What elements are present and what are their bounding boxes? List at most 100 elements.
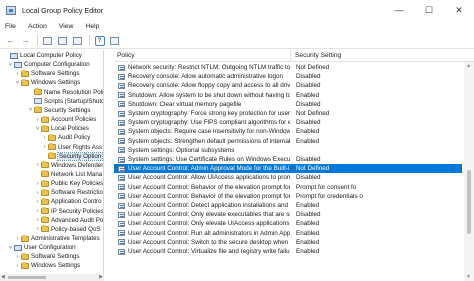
collapse-chevron-icon[interactable]: ˅ bbox=[27, 107, 34, 113]
policy-row[interactable]: System settings: Optional subsystems bbox=[114, 146, 462, 155]
policy-row[interactable]: User Account Control: Only elevate UIAcc… bbox=[114, 219, 462, 228]
policy-row[interactable]: System cryptography: Use FIPS compliant … bbox=[114, 118, 462, 127]
policy-row[interactable]: Network security: Restrict NTLM: Outgoin… bbox=[114, 63, 462, 72]
minimize-button[interactable]: — bbox=[384, 0, 414, 20]
policy-row[interactable]: User Account Control: Switch to the secu… bbox=[114, 238, 462, 247]
expand-chevron-icon[interactable]: › bbox=[34, 181, 41, 187]
expand-chevron-icon[interactable]: › bbox=[14, 263, 21, 269]
policy-row[interactable]: Recovery console: Allow floppy copy and … bbox=[114, 81, 462, 90]
policy-row[interactable]: User Account Control: Behavior of the el… bbox=[114, 183, 462, 192]
policy-row[interactable]: System settings: Use Certificate Rules o… bbox=[114, 155, 462, 164]
expand-chevron-icon[interactable]: › bbox=[14, 254, 21, 260]
tree-item[interactable]: › User Rights Ass bbox=[41, 143, 102, 152]
scroll-up-icon[interactable]: ▲ bbox=[466, 63, 471, 69]
column-header-policy[interactable]: Policy bbox=[117, 52, 135, 59]
tree-item[interactable]: › Administrative Templates bbox=[14, 234, 100, 243]
policy-row[interactable]: Shutdown: Allow system to be shut down w… bbox=[114, 91, 462, 100]
back-button[interactable]: ← bbox=[4, 35, 17, 47]
title-bar: Local Group Policy Editor — ☐ ✕ bbox=[0, 0, 474, 20]
tree-item[interactable]: › Windows Settings bbox=[14, 261, 80, 270]
tree-item[interactable]: › Windows Defender bbox=[34, 161, 103, 170]
tree-item[interactable]: Network List Mana bbox=[34, 170, 102, 179]
security-setting-value: Disabled bbox=[296, 211, 321, 219]
console-view-button[interactable] bbox=[108, 35, 121, 47]
policy-name: User Account Control: Detect application… bbox=[128, 202, 290, 209]
tree-item[interactable]: ˅ Windows Settings bbox=[14, 78, 80, 87]
scroll-left-icon[interactable]: ◀ bbox=[1, 274, 5, 280]
expand-chevron-icon[interactable]: › bbox=[34, 162, 41, 168]
tree-item[interactable]: › Audit Policy bbox=[41, 133, 90, 142]
tree-item[interactable]: › Account Policies bbox=[34, 115, 96, 124]
list-vertical-scrollbar[interactable]: ▲ ▼ bbox=[464, 62, 474, 281]
window-title: Local Group Policy Editor bbox=[22, 5, 104, 15]
tree-item[interactable]: › Advanced Audit Po bbox=[34, 216, 103, 225]
collapse-chevron-icon[interactable]: ˅ bbox=[7, 245, 14, 251]
menu-file[interactable]: File bbox=[5, 23, 16, 30]
tree-item[interactable]: ˅ User Configuration bbox=[7, 243, 76, 252]
tree-item[interactable]: ˅ Computer Configuration bbox=[7, 60, 90, 69]
expand-chevron-icon[interactable]: › bbox=[34, 199, 41, 205]
tree-item[interactable]: › Software Settings bbox=[14, 252, 80, 261]
policy-setting-icon bbox=[118, 184, 125, 191]
show-hide-console-tree-button[interactable] bbox=[41, 35, 54, 47]
tree-item-label: Scripts (Startup/Shutd bbox=[44, 97, 104, 105]
scroll-down-icon[interactable]: ▼ bbox=[466, 274, 471, 280]
policy-row[interactable]: System cryptography: Force strong key pr… bbox=[114, 109, 462, 118]
tree-item[interactable]: Name Resolution Poli bbox=[27, 88, 103, 97]
expand-chevron-icon[interactable]: › bbox=[34, 208, 41, 214]
policy-row[interactable]: User Account Control: Admin Approval Mod… bbox=[114, 164, 462, 174]
expand-chevron-icon[interactable]: › bbox=[34, 217, 41, 223]
tree-item[interactable]: ˅ Security Settings bbox=[27, 106, 90, 115]
policy-row[interactable]: User Account Control: Allow UIAccess app… bbox=[114, 173, 462, 182]
policy-row[interactable]: System objects: Require case insensitivi… bbox=[114, 127, 462, 136]
expand-chevron-icon[interactable]: › bbox=[34, 117, 41, 123]
expand-chevron-icon[interactable]: › bbox=[14, 71, 21, 77]
tree-item[interactable]: › Software Settings bbox=[14, 69, 80, 78]
collapse-chevron-icon[interactable]: ˅ bbox=[7, 62, 14, 68]
scroll-right-icon[interactable]: ▶ bbox=[99, 274, 103, 280]
console-tree[interactable]: Local Computer Policy ˅ Computer Configura… bbox=[0, 50, 104, 274]
tree-item[interactable]: ˅ Local Policies bbox=[34, 124, 89, 133]
folder-icon bbox=[41, 124, 49, 132]
tree-horizontal-scrollbar[interactable]: ◀ ▶ bbox=[0, 274, 104, 281]
column-divider[interactable] bbox=[290, 50, 291, 62]
tree-item[interactable]: › Software Restrictio bbox=[34, 188, 103, 197]
policy-row[interactable]: User Account Control: Only elevate execu… bbox=[114, 210, 462, 219]
expand-chevron-icon[interactable]: › bbox=[14, 236, 21, 242]
help-button[interactable]: ? bbox=[93, 35, 106, 47]
expand-chevron-icon[interactable]: › bbox=[41, 135, 48, 141]
tree-item[interactable]: › Policy-based QoS bbox=[34, 225, 101, 234]
policy-row[interactable]: User Account Control: Virtualize file an… bbox=[114, 247, 462, 256]
column-header-security-setting[interactable]: Security Setting bbox=[295, 52, 341, 59]
properties-button[interactable] bbox=[56, 35, 69, 47]
scrollbar-thumb[interactable] bbox=[8, 276, 46, 279]
scrollbar-thumb[interactable] bbox=[467, 170, 471, 234]
tree-item[interactable]: Scripts (Startup/Shutd bbox=[27, 97, 104, 106]
folder-icon bbox=[41, 179, 49, 187]
tree-item[interactable]: › Application Contro bbox=[34, 197, 102, 206]
security-setting-value: Enabled bbox=[296, 202, 320, 209]
policy-row[interactable]: System objects: Strengthen default permi… bbox=[114, 137, 462, 146]
policy-row[interactable]: Shutdown: Clear virtual memory pagefile D… bbox=[114, 100, 462, 109]
tree-item[interactable]: Security Option bbox=[41, 151, 103, 161]
expand-chevron-icon[interactable]: › bbox=[34, 226, 41, 232]
policy-row[interactable]: User Account Control: Detect application… bbox=[114, 201, 462, 210]
policy-row[interactable]: User Account Control: Behavior of the el… bbox=[114, 192, 462, 201]
forward-button[interactable]: → bbox=[19, 35, 32, 47]
close-button[interactable]: ✕ bbox=[444, 0, 474, 20]
expand-chevron-icon[interactable]: › bbox=[41, 144, 48, 150]
policy-row[interactable]: Recovery console: Allow automatic admini… bbox=[114, 72, 462, 81]
tree-item[interactable]: › IP Security Policies bbox=[34, 207, 103, 216]
expand-chevron-icon[interactable]: › bbox=[34, 190, 41, 196]
maximize-button[interactable]: ☐ bbox=[414, 0, 444, 20]
policy-row[interactable]: User Account Control: Run all administra… bbox=[114, 229, 462, 238]
menu-view[interactable]: View bbox=[59, 23, 74, 30]
tree-item[interactable]: Local Computer Policy bbox=[3, 51, 82, 60]
export-list-button[interactable] bbox=[71, 35, 84, 47]
tree-item[interactable]: › Public Key Policies bbox=[34, 179, 103, 188]
menu-help[interactable]: Help bbox=[85, 23, 99, 30]
collapse-chevron-icon[interactable]: ˅ bbox=[34, 126, 41, 132]
collapse-chevron-icon[interactable]: ˅ bbox=[14, 80, 21, 86]
folder-icon bbox=[41, 115, 49, 123]
menu-action[interactable]: Action bbox=[28, 23, 47, 30]
